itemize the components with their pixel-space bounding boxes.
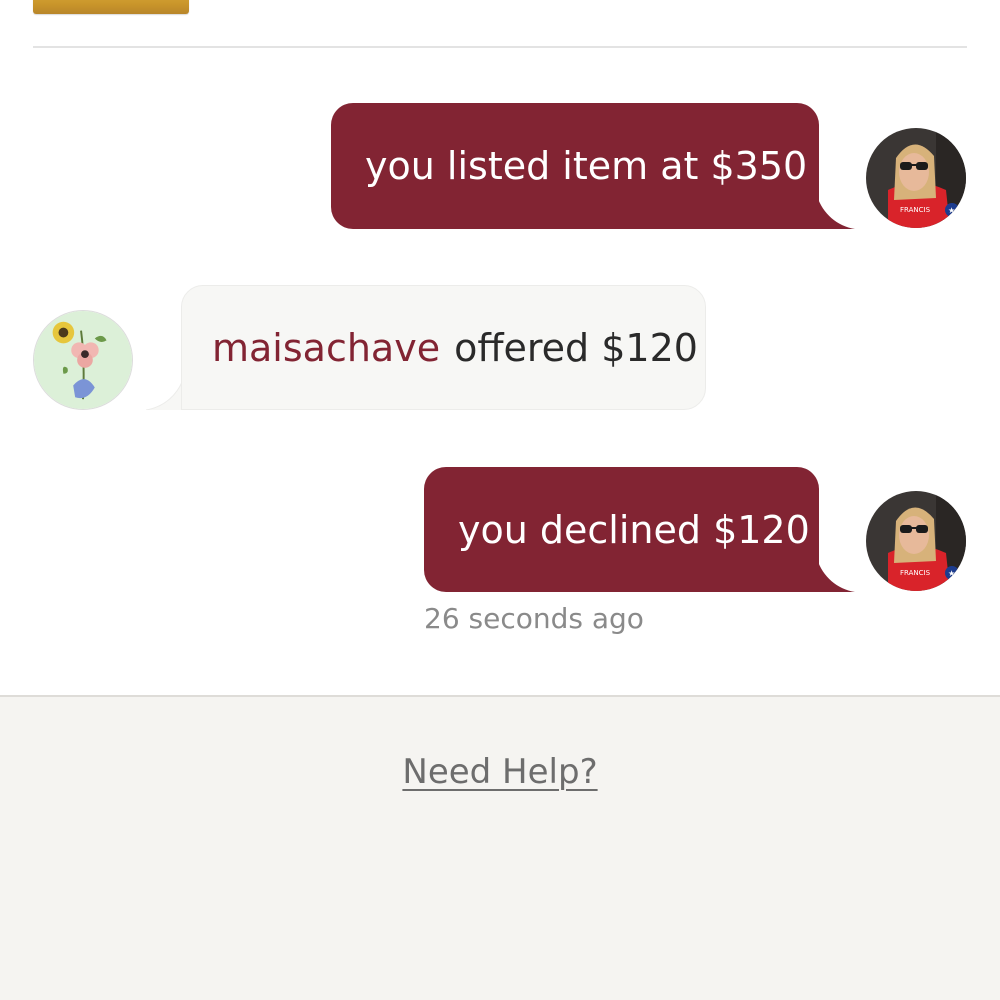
- floral-avatar-icon: [34, 311, 132, 409]
- message-text: offered $120: [454, 325, 698, 370]
- bubble-tail: [817, 559, 855, 592]
- other-user-avatar[interactable]: [33, 310, 133, 410]
- message-bubble-outgoing: you listed item at $350: [331, 103, 819, 229]
- svg-text:★: ★: [948, 569, 955, 578]
- divider: [33, 46, 967, 48]
- sender-username[interactable]: maisachave: [212, 329, 440, 367]
- offer-thread-page: you listed item at $350 FRANCIS ★ maisac…: [0, 0, 1000, 1000]
- svg-text:★: ★: [948, 206, 955, 215]
- message-timestamp: 26 seconds ago: [424, 602, 644, 635]
- footer: Need Help?: [0, 695, 1000, 1000]
- svg-text:FRANCIS: FRANCIS: [900, 206, 931, 214]
- message-text: you listed item at $350: [365, 144, 808, 188]
- need-help-link[interactable]: Need Help?: [0, 752, 1000, 792]
- message-bubble-outgoing: you declined $120: [424, 467, 819, 592]
- user-photo-avatar-icon: FRANCIS ★: [866, 491, 966, 591]
- bubble-tail: [146, 377, 184, 410]
- action-button[interactable]: [33, 0, 189, 14]
- user-avatar[interactable]: FRANCIS ★: [866, 128, 966, 228]
- message-text: you declined $120: [458, 507, 810, 552]
- user-avatar[interactable]: FRANCIS ★: [866, 491, 966, 591]
- svg-text:FRANCIS: FRANCIS: [900, 569, 931, 577]
- user-photo-avatar-icon: FRANCIS ★: [866, 128, 966, 228]
- message-bubble-incoming: maisachave offered $120: [181, 285, 706, 410]
- bubble-tail: [817, 196, 855, 229]
